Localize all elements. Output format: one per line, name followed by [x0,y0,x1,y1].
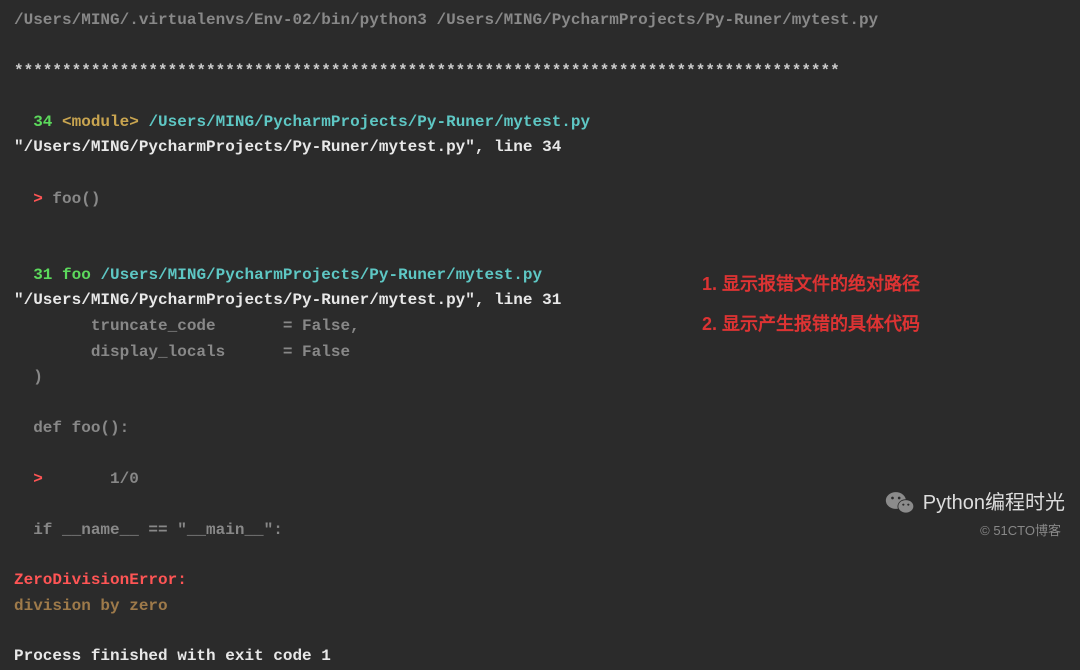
frame2-context-4: def foo(): [14,416,1066,442]
annotation-line-1: 1. 显示报错文件的绝对路径 [702,265,920,305]
error-type: ZeroDivisionError: [14,568,1066,594]
frame1-file-line: "/Users/MING/PycharmProjects/Py-Runer/my… [14,135,1066,161]
blank-line [14,619,1066,644]
error-message: division by zero [14,594,1066,620]
frame2-code-line: > 1/0 [14,441,1066,492]
annotation-overlay: 1. 显示报错文件的绝对路径 2. 显示产生报错的具体代码 [702,265,920,344]
watermark-sub-text: © 51CTO博客 [980,521,1061,542]
frame1-code-line: > foo() [14,161,1066,212]
frame2-code: 1/0 [43,470,139,488]
wechat-icon [885,490,915,516]
blank-line [14,212,1066,237]
frame2-lineno: 31 [33,266,52,284]
frame1-path: /Users/MING/PycharmProjects/Py-Runer/myt… [148,113,590,131]
blank-line [14,543,1066,568]
watermark-main-text: Python编程时光 [923,487,1065,519]
frame2-context-3: ) [14,365,1066,391]
separator-stars: ****************************************… [14,59,1066,85]
frame1-func: <module> [62,113,139,131]
annotation-line-2: 2. 显示产生报错的具体代码 [702,305,920,345]
blank-line [14,34,1066,59]
exit-message: Process finished with exit code 1 [14,644,1066,670]
frame1-code: foo() [43,190,101,208]
command-line: /Users/MING/.virtualenvs/Env-02/bin/pyth… [14,8,1066,34]
frame2-func: foo [62,266,91,284]
frame1-lineno: 34 [33,113,52,131]
traceback-frame-1-header: 34 <module> /Users/MING/PycharmProjects/… [14,84,1066,135]
blank-line [14,391,1066,416]
frame1-marker: > [33,190,43,208]
frame2-marker: > [33,470,43,488]
watermark: Python编程时光 © 51CTO博客 [885,487,1065,542]
frame2-path: /Users/MING/PycharmProjects/Py-Runer/myt… [100,266,542,284]
